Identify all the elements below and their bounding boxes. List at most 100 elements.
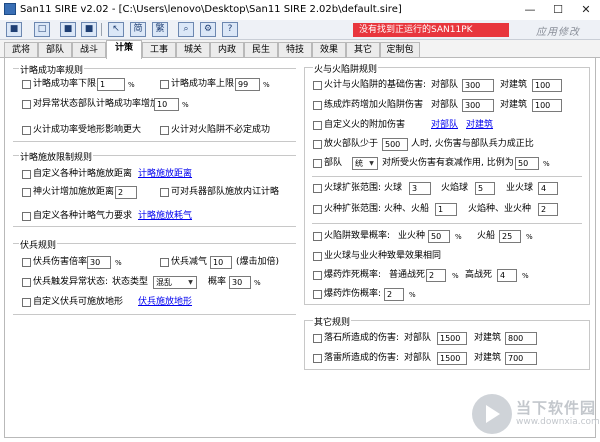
plot-abnormal-label: 对异常状态部队计略成功率增加 [33, 99, 160, 109]
custom-fire-building-link[interactable]: 对建筑 [466, 120, 493, 131]
same-effect-checkbox[interactable] [313, 252, 322, 261]
fire-trap-nonguarantee-label: 火计对火陷阱不必定成功 [171, 125, 271, 135]
fire-ship-b-input[interactable]: 2 [538, 203, 558, 216]
rock-damage-checkbox[interactable] [313, 334, 322, 343]
unit-stat-select[interactable]: 统 ▼ [352, 157, 378, 170]
maximize-button[interactable]: ☐ [544, 0, 572, 20]
unit-decay-checkbox[interactable] [313, 159, 322, 168]
explode-high-unit: % [522, 272, 529, 280]
divine-fire-input[interactable]: 2 [115, 186, 137, 199]
fire-ship-checkbox[interactable] [313, 205, 322, 214]
ambush-morale-checkbox[interactable] [160, 258, 169, 267]
open-file-icon[interactable]: □ [34, 22, 50, 37]
toolbar-separator [101, 23, 102, 36]
custom-energy-checkbox[interactable] [22, 212, 31, 221]
divine-fire-checkbox[interactable] [22, 188, 31, 197]
base-damage-checkbox[interactable] [313, 81, 322, 90]
simplified-chinese-icon[interactable]: 简 [130, 22, 146, 37]
ambush-chance-input[interactable]: 30 [229, 276, 251, 289]
plot-max-label: 计略成功率上限 [171, 79, 235, 89]
ambush-damage-input[interactable]: 30 [87, 256, 111, 269]
plot-abnormal-input[interactable]: 10 [154, 98, 179, 111]
tab-domestic[interactable]: 内政 [210, 42, 244, 57]
trap-stun-label: 火陷阱致晕概率: [324, 231, 391, 241]
custom-range-link[interactable]: 计略施放距离 [138, 169, 192, 180]
tab-people[interactable]: 民生 [244, 42, 278, 57]
search-icon[interactable]: ⌕ [178, 22, 194, 37]
tab-skills[interactable]: 特技 [278, 42, 312, 57]
settings-icon[interactable]: ⚙ [200, 22, 216, 37]
base-troop-label: 对部队 [431, 80, 459, 90]
help-icon[interactable]: ? [222, 22, 238, 37]
traditional-chinese-icon[interactable]: 繁 [152, 22, 168, 37]
training-troop-input[interactable]: 300 [462, 99, 494, 112]
terrain-effect-checkbox[interactable] [22, 126, 31, 135]
unit-decay-label: 部队 [324, 158, 343, 168]
tab-units[interactable]: 部队 [38, 42, 72, 57]
thunder-building-input[interactable]: 700 [505, 352, 537, 365]
ambush-terrain-checkbox[interactable] [22, 298, 31, 307]
tab-other[interactable]: 其它 [346, 42, 380, 57]
fire-ship-label: 火种扩张范围: [324, 204, 382, 214]
fire-ball-c-label: 业火球 [506, 183, 534, 193]
rock-troop-input[interactable]: 1500 [437, 332, 467, 345]
fire-ball-b-input[interactable]: 5 [475, 182, 495, 195]
apply-changes-button[interactable]: 应用修改 [536, 23, 580, 38]
thunder-damage-checkbox[interactable] [313, 354, 322, 363]
plot-max-input[interactable]: 99 [235, 78, 260, 91]
base-troop-input[interactable]: 300 [462, 79, 494, 92]
ambush-status-type-select[interactable]: 混乱 ▼ [153, 276, 197, 289]
trap-b-input[interactable]: 25 [499, 230, 521, 243]
custom-range-checkbox[interactable] [22, 170, 31, 179]
fire-troops-input[interactable]: 500 [382, 138, 408, 151]
custom-energy-link[interactable]: 计略施放耗气 [138, 211, 192, 222]
terrain-effect-label: 火计成功率受地形影响更大 [33, 125, 142, 135]
ambush-terrain-link[interactable]: 伏兵施放地形 [138, 297, 192, 308]
tab-construction[interactable]: 工事 [142, 42, 176, 57]
save-file-icon[interactable]: ■ [60, 22, 76, 37]
save-as-icon[interactable]: ■ [81, 22, 97, 37]
plot-abnormal-checkbox[interactable] [22, 100, 31, 109]
ambush-damage-checkbox[interactable] [22, 258, 31, 267]
explode-normal-label: 普通战死 [389, 270, 426, 280]
trap-a-input[interactable]: 50 [428, 230, 450, 243]
explode-death-checkbox[interactable] [313, 271, 322, 280]
plot-max-checkbox[interactable] [160, 80, 169, 89]
plot-min-checkbox[interactable] [22, 80, 31, 89]
new-file-icon[interactable]: ■ [6, 22, 22, 37]
app-icon [4, 3, 16, 15]
explode-hurt-checkbox[interactable] [313, 290, 322, 299]
close-button[interactable]: ✕ [572, 0, 600, 20]
pointer-icon[interactable]: ↖ [108, 22, 124, 37]
tab-effects[interactable]: 效果 [312, 42, 346, 57]
thunder-troop-input[interactable]: 1500 [437, 352, 467, 365]
plot-min-input[interactable]: 1 [97, 78, 125, 91]
unit-ratio-input[interactable]: 50 [515, 157, 539, 170]
tab-cities[interactable]: 城关 [176, 42, 210, 57]
rock-building-input[interactable]: 800 [505, 332, 537, 345]
base-building-input[interactable]: 100 [532, 79, 562, 92]
training-building-input[interactable]: 100 [532, 99, 562, 112]
explode-high-input[interactable]: 4 [497, 269, 517, 282]
minimize-button[interactable]: — [516, 0, 544, 20]
tab-generals[interactable]: 武将 [4, 42, 38, 57]
custom-fire-checkbox[interactable] [313, 121, 322, 130]
fire-troops-checkbox[interactable] [313, 140, 322, 149]
fire-ball-checkbox[interactable] [313, 184, 322, 193]
ambush-status-checkbox[interactable] [22, 278, 31, 287]
fire-ball-c-input[interactable]: 4 [538, 182, 558, 195]
tab-custom-pack[interactable]: 定制包 [380, 42, 420, 57]
fire-ball-a-input[interactable]: 3 [409, 182, 431, 195]
tab-battle[interactable]: 战斗 [72, 42, 106, 57]
ambush-morale-input[interactable]: 10 [210, 256, 232, 269]
group-divider [13, 226, 296, 227]
training-damage-checkbox[interactable] [313, 101, 322, 110]
trap-stun-checkbox[interactable] [313, 232, 322, 241]
explode-normal-input[interactable]: 2 [426, 269, 446, 282]
explode-hurt-input[interactable]: 2 [384, 288, 404, 301]
custom-fire-troop-link[interactable]: 对部队 [431, 120, 458, 131]
siege-infighting-checkbox[interactable] [160, 188, 169, 197]
tab-strategy[interactable]: 计策 [106, 40, 142, 59]
fire-trap-nonguarantee-checkbox[interactable] [160, 126, 169, 135]
fire-ship-a-input[interactable]: 1 [435, 203, 457, 216]
